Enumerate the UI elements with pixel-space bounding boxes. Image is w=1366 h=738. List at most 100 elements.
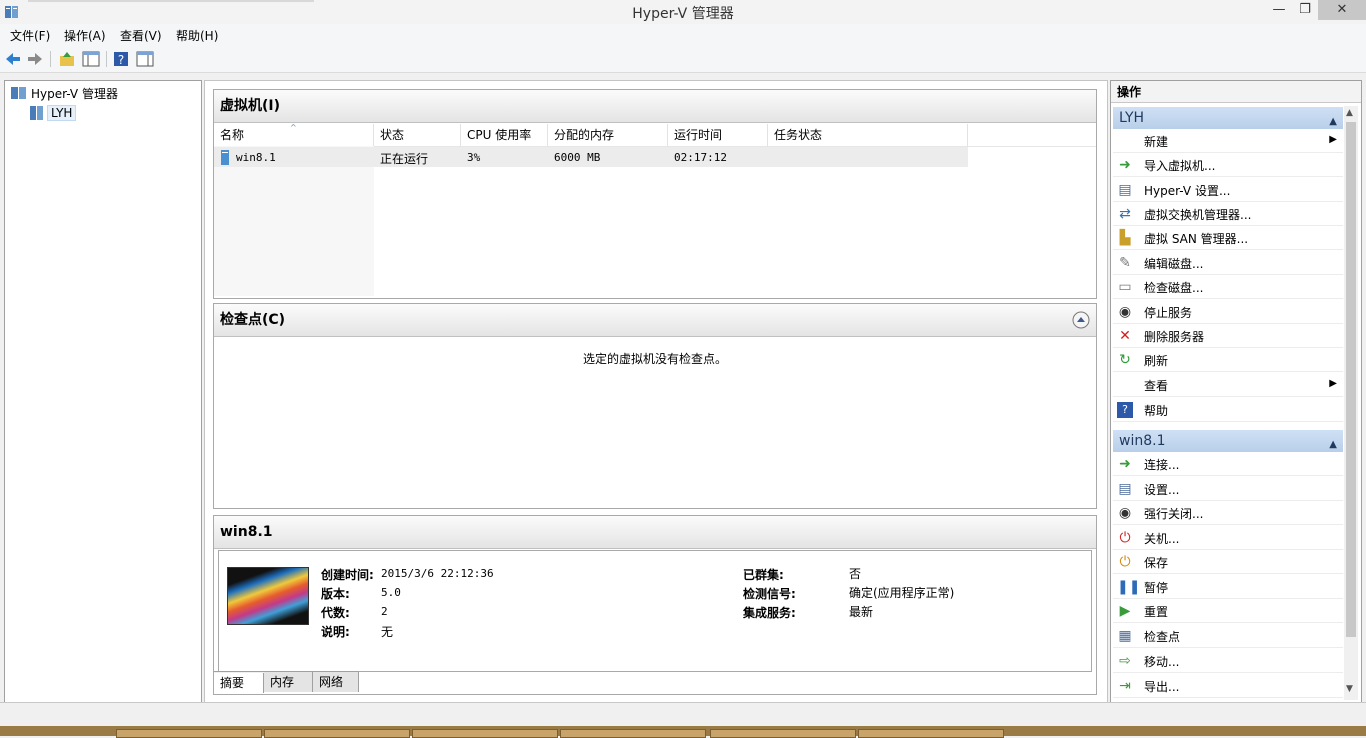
clustered-value: 否 xyxy=(849,567,862,581)
tab-network[interactable]: 网络 xyxy=(313,672,359,692)
menu-action[interactable]: 操作(A) xyxy=(64,27,106,44)
taskbar-button[interactable] xyxy=(412,729,558,738)
collapse-icon[interactable] xyxy=(1072,311,1090,329)
title-shadow xyxy=(28,0,314,2)
menu-file[interactable]: 文件(F) xyxy=(10,27,50,44)
menu-bar: 文件(F) 操作(A) 查看(V) 帮助(H) xyxy=(0,24,1366,46)
minimize-button[interactable]: — xyxy=(1268,0,1290,20)
vm-pane-title: 虚拟机(I) xyxy=(214,90,1096,123)
column-status[interactable]: 状态 xyxy=(374,124,461,146)
action-settings[interactable]: ▤ 设置... xyxy=(1113,478,1343,501)
checkpoint-icon: ▦ xyxy=(1118,628,1132,644)
show-hide-console-tree-icon[interactable] xyxy=(82,50,100,68)
column-uptime[interactable]: 运行时间 xyxy=(668,124,768,146)
close-button[interactable]: ✕ xyxy=(1318,0,1366,20)
import-icon: ➜ xyxy=(1119,157,1131,173)
action-view[interactable]: 查看 ▶ xyxy=(1113,374,1343,397)
action-move[interactable]: ⇨ 移动... xyxy=(1113,650,1343,673)
action-hyperv-settings[interactable]: ▤ Hyper-V 设置... xyxy=(1113,179,1343,202)
heartbeat-value: 确定(应用程序正常) xyxy=(849,586,955,600)
tree-root-hyperv-manager[interactable]: Hyper-V 管理器 xyxy=(31,85,118,102)
vm-name: win8.1 xyxy=(236,151,276,164)
connect-icon: ➜ xyxy=(1119,456,1131,472)
menu-view[interactable]: 查看(V) xyxy=(120,27,162,44)
action-refresh[interactable]: ↻ 刷新 xyxy=(1113,349,1343,372)
section-win81-label: win8.1 xyxy=(1119,433,1166,449)
actions-pane: 操作 LYH ▲ 新建 ▶ ➜ 导入虚拟机... ▤ Hyper-V 设置... ⇄ 虚拟… xyxy=(1110,80,1362,703)
scrollbar-thumb[interactable] xyxy=(1346,122,1356,637)
checkpoints-pane: 检查点(C) 选定的虚拟机没有检查点。 xyxy=(213,303,1097,509)
action-new[interactable]: 新建 ▶ xyxy=(1113,130,1343,153)
vm-uptime: 02:17:12 xyxy=(674,151,727,164)
heartbeat-label: 检测信号: xyxy=(743,587,796,601)
inspect-disk-icon: ▭ xyxy=(1118,279,1132,295)
notes-value: 无 xyxy=(381,625,394,639)
actions-scrollbar[interactable]: ▲ ▼ xyxy=(1344,106,1358,700)
action-pause[interactable]: ❚❚ 暂停 xyxy=(1113,576,1343,599)
details-tabs: 摘要 内存 网络 xyxy=(214,671,359,693)
menu-help[interactable]: 帮助(H) xyxy=(176,27,218,44)
vm-thumbnail[interactable] xyxy=(227,567,309,625)
integration-services-label: 集成服务: xyxy=(743,606,796,620)
action-shut-down[interactable]: ⏻ 关机... xyxy=(1113,527,1343,550)
column-memory[interactable]: 分配的内存 xyxy=(548,124,668,146)
taskbar-button[interactable] xyxy=(264,729,410,738)
actions-section-win81[interactable]: win8.1 ▲ xyxy=(1113,430,1343,452)
show-hide-action-pane-icon[interactable] xyxy=(136,50,154,68)
column-task-status[interactable]: 任务状态 xyxy=(768,124,968,146)
version-label: 版本: xyxy=(321,587,350,601)
action-stop-service[interactable]: ◉ 停止服务 xyxy=(1113,301,1343,324)
tree-server-lyh[interactable]: LYH xyxy=(47,105,77,121)
action-import-vm[interactable]: ➜ 导入虚拟机... xyxy=(1113,154,1343,177)
actions-section-lyh[interactable]: LYH ▲ xyxy=(1113,107,1343,129)
action-turn-off[interactable]: ◉ 强行关闭... xyxy=(1113,502,1343,525)
taskbar-button[interactable] xyxy=(560,729,706,738)
column-cpu[interactable]: CPU 使用率 xyxy=(461,124,548,146)
action-label: 刷新 xyxy=(1144,354,1169,368)
taskbar-button[interactable] xyxy=(858,729,1004,738)
action-reset[interactable]: ▶ 重置 xyxy=(1113,600,1343,623)
back-icon[interactable] xyxy=(4,50,22,68)
forward-icon[interactable] xyxy=(26,50,44,68)
console-tree: Hyper-V 管理器 LYH xyxy=(4,80,202,703)
action-inspect-disk[interactable]: ▭ 检查磁盘... xyxy=(1113,276,1343,299)
edit-disk-icon: ✎ xyxy=(1119,255,1131,271)
details-content: 创建时间: 2015/3/6 22:12:36 版本: 5.0 代数: 2 说明… xyxy=(218,550,1092,672)
action-virtual-switch-manager[interactable]: ⇄ 虚拟交换机管理器... xyxy=(1113,203,1343,226)
title-bar: Hyper-V 管理器 — ❐ ✕ xyxy=(0,0,1366,25)
up-folder-icon[interactable] xyxy=(58,50,76,68)
tab-memory[interactable]: 内存 xyxy=(264,672,313,692)
help-icon[interactable]: ? xyxy=(112,50,130,68)
action-label: 停止服务 xyxy=(1144,306,1193,320)
action-remove-server[interactable]: ✕ 删除服务器 xyxy=(1113,325,1343,348)
action-virtual-san-manager[interactable]: ▙ 虚拟 SAN 管理器... xyxy=(1113,227,1343,250)
restore-button[interactable]: ❐ xyxy=(1294,0,1316,20)
vm-row[interactable]: win8.1 正在运行 3% 6000 MB 02:17:12 xyxy=(214,147,968,167)
scroll-up-icon[interactable]: ▲ xyxy=(1346,108,1353,118)
action-save[interactable]: ⏻ 保存 xyxy=(1113,551,1343,574)
taskbar-button[interactable] xyxy=(710,729,856,738)
clustered-label: 已群集: xyxy=(743,568,784,582)
action-checkpoint[interactable]: ▦ 检查点 xyxy=(1113,625,1343,648)
toolbar: ? xyxy=(0,46,1366,73)
action-help[interactable]: ? 帮助 xyxy=(1113,399,1343,422)
action-label: 编辑磁盘... xyxy=(1144,257,1204,271)
action-label: 导出... xyxy=(1144,680,1180,694)
action-label: 移动... xyxy=(1144,655,1180,669)
virtual-machines-pane: 虚拟机(I) 名称 ^ 状态 CPU 使用率 分配的内存 运行时间 任务状态 w… xyxy=(213,89,1097,299)
name-column-shade xyxy=(214,146,374,296)
scroll-down-icon[interactable]: ▼ xyxy=(1346,684,1353,694)
action-edit-disk[interactable]: ✎ 编辑磁盘... xyxy=(1113,252,1343,275)
vm-details-pane: win8.1 创建时间: 2015/3/6 22:12:36 版本: 5.0 代… xyxy=(213,515,1097,695)
save-icon: ⏻ xyxy=(1119,554,1131,570)
shutdown-icon: ⏻ xyxy=(1119,530,1131,546)
svg-text:?: ? xyxy=(118,53,124,67)
taskbar-button[interactable] xyxy=(116,729,262,738)
action-label: 查看 xyxy=(1144,379,1169,393)
created-label: 创建时间: xyxy=(321,568,374,582)
san-icon: ▙ xyxy=(1119,230,1131,246)
action-connect[interactable]: ➜ 连接... xyxy=(1113,453,1343,476)
details-pane-title: win8.1 xyxy=(214,516,1096,549)
tab-summary[interactable]: 摘要 xyxy=(214,673,264,693)
action-export[interactable]: ⇥ 导出... xyxy=(1113,675,1343,698)
